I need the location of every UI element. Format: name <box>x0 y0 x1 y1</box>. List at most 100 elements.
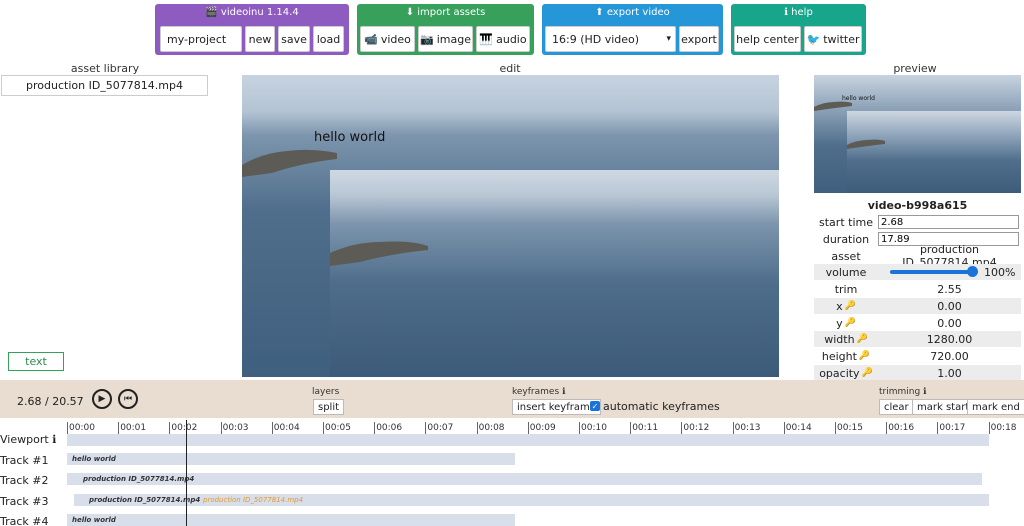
twitter-icon: 🐦 <box>806 32 821 46</box>
twitter-button[interactable]: 🐦 twitter <box>804 26 862 52</box>
trim-row: trim 2.55 <box>814 281 1021 297</box>
import-title: ⬇ import assets <box>405 7 486 18</box>
key-icon[interactable]: 🔑 <box>857 334 868 344</box>
timeline-tick: 00:14 <box>783 422 812 434</box>
height-value: 720.00 <box>930 349 969 363</box>
track-label: Track #4 <box>0 515 49 526</box>
key-icon[interactable]: 🔑 <box>845 318 856 328</box>
split-button[interactable]: split <box>313 399 345 415</box>
help-panel: ℹ help help center 🐦 twitter <box>731 4 866 55</box>
volume-value: 100% <box>984 265 1016 279</box>
timeline-tick: 00:06 <box>374 422 403 434</box>
key-icon[interactable]: 🔑 <box>862 368 873 378</box>
format-select[interactable]: 16:9 (HD video) ▾ <box>545 26 676 52</box>
timeline-tick: 00:17 <box>937 422 966 434</box>
import-image-button[interactable]: 📷 image <box>418 26 473 52</box>
playhead[interactable] <box>186 420 187 526</box>
start-time-input[interactable] <box>878 215 1019 229</box>
auto-keyframes-label: automatic keyframes <box>603 400 720 413</box>
mark-start-button[interactable]: mark start <box>912 399 975 415</box>
timeline-tick: 00:15 <box>835 422 863 434</box>
timeline-tick: 00:13 <box>732 422 761 434</box>
rock-island-image <box>847 139 885 149</box>
opacity-row: opacity 🔑 1.00 <box>814 365 1021 381</box>
new-button[interactable]: new <box>245 26 275 52</box>
preview-video: hello world <box>814 75 1021 193</box>
track-label: Track #1 <box>0 454 49 467</box>
width-row: width 🔑 1280.00 <box>814 331 1021 347</box>
timeline-tick: 00:08 <box>476 422 505 434</box>
opacity-value: 1.00 <box>937 366 962 380</box>
key-icon[interactable]: 🔑 <box>845 301 856 311</box>
track-clip[interactable] <box>67 514 515 526</box>
clip-drag-ghost-label: production ID_5077814.mp4 <box>203 496 304 504</box>
x-row: x 🔑 0.00 <box>814 298 1021 314</box>
timeline-tick: 00:09 <box>527 422 556 434</box>
y-value: 0.00 <box>937 316 962 330</box>
clear-button[interactable]: clear <box>879 399 914 415</box>
timeline-tick: 00:00 <box>67 422 95 434</box>
viewport-bar[interactable] <box>67 434 989 446</box>
timeline-tick: 00:02 <box>169 422 198 434</box>
export-button[interactable]: export <box>679 26 719 52</box>
mark-end-button[interactable]: mark end <box>967 399 1024 415</box>
track-clip[interactable] <box>67 473 982 485</box>
volume-row: volume 100% <box>814 264 1021 280</box>
playback-toolbar: 2.68 / 20.57 ▶ ⏮ layers split keyframes … <box>0 380 1024 418</box>
preview-label: preview <box>893 62 937 75</box>
help-title: ℹ help <box>784 7 813 18</box>
project-name-input[interactable]: my-project <box>160 26 242 52</box>
export-title: ⬆ export video <box>595 7 670 18</box>
track-clip[interactable] <box>67 453 515 465</box>
add-text-button[interactable]: text <box>8 352 64 371</box>
rock-island-image <box>242 149 337 177</box>
keyframes-label: keyframes ℹ <box>512 387 566 397</box>
auto-keyframes-checkbox[interactable]: ✓ <box>590 401 600 411</box>
viewport-label: Viewport ℹ <box>0 433 57 446</box>
y-row: y 🔑 0.00 <box>814 315 1021 331</box>
timeline-tick: 00:12 <box>681 422 710 434</box>
volume-slider[interactable] <box>890 266 978 277</box>
trim-value: 2.55 <box>937 282 962 296</box>
app-title: 🎬 videoinu 1.14.4 <box>205 7 299 18</box>
timeline-tick: 00:11 <box>630 422 659 434</box>
clip-label: production ID_5077814.mp4 <box>83 475 195 483</box>
timeline-tick: 00:05 <box>323 422 351 434</box>
asset-row: asset production ID_5077814.mp4 <box>814 243 1021 269</box>
layers-label: layers <box>312 387 340 397</box>
clip-label: hello world <box>72 516 116 524</box>
timeline-tick: 00:18 <box>988 422 1017 434</box>
preview-text-overlay: hello world <box>842 95 875 102</box>
load-button[interactable]: load <box>313 26 344 52</box>
key-icon[interactable]: 🔑 <box>859 351 870 361</box>
height-row: height 🔑 720.00 <box>814 348 1021 364</box>
clip-id-title: video-b998a615 <box>867 199 968 212</box>
camera-icon: 📷 <box>420 32 434 46</box>
import-video-button[interactable]: 📹 video <box>360 26 415 52</box>
track-label: Track #2 <box>0 474 49 487</box>
save-button[interactable]: save <box>278 26 310 52</box>
skip-back-icon[interactable]: ⏮ <box>118 389 138 409</box>
asset-library-label: asset library <box>70 62 140 75</box>
export-panel: ⬆ export video 16:9 (HD video) ▾ export <box>542 4 723 55</box>
timeline-tick: 00:03 <box>220 422 249 434</box>
edit-label: edit <box>499 62 521 75</box>
overlay-video-clip[interactable] <box>330 170 779 377</box>
canvas-text-overlay[interactable]: hello world <box>314 130 385 145</box>
piano-icon: 🎹 <box>479 32 494 46</box>
video-camera-icon: 📹 <box>364 32 378 46</box>
asset-item[interactable]: production ID_5077814.mp4 <box>1 75 208 96</box>
insert-keyframe-button[interactable]: insert keyframe <box>512 399 601 415</box>
import-panel: ⬇ import assets 📹 video 📷 image 🎹 audio <box>357 4 534 55</box>
help-center-button[interactable]: help center <box>734 26 801 52</box>
app-panel: 🎬 videoinu 1.14.4 my-project new save lo… <box>155 4 349 55</box>
clip-label: hello world <box>72 455 116 463</box>
timeline-tick: 00:07 <box>425 422 454 434</box>
play-icon[interactable]: ▶ <box>92 389 112 409</box>
timeline-ruler[interactable]: 00:00 00:01 00:02 00:03 00:04 00:05 00:06 00:07… <box>0 420 1024 434</box>
trimming-label: trimming ℹ <box>879 387 927 397</box>
volume-slider-thumb[interactable] <box>967 266 978 277</box>
import-audio-button[interactable]: 🎹 audio <box>476 26 530 52</box>
preview-overlay-clip <box>847 111 1021 193</box>
time-readout: 2.68 / 20.57 <box>17 395 84 408</box>
